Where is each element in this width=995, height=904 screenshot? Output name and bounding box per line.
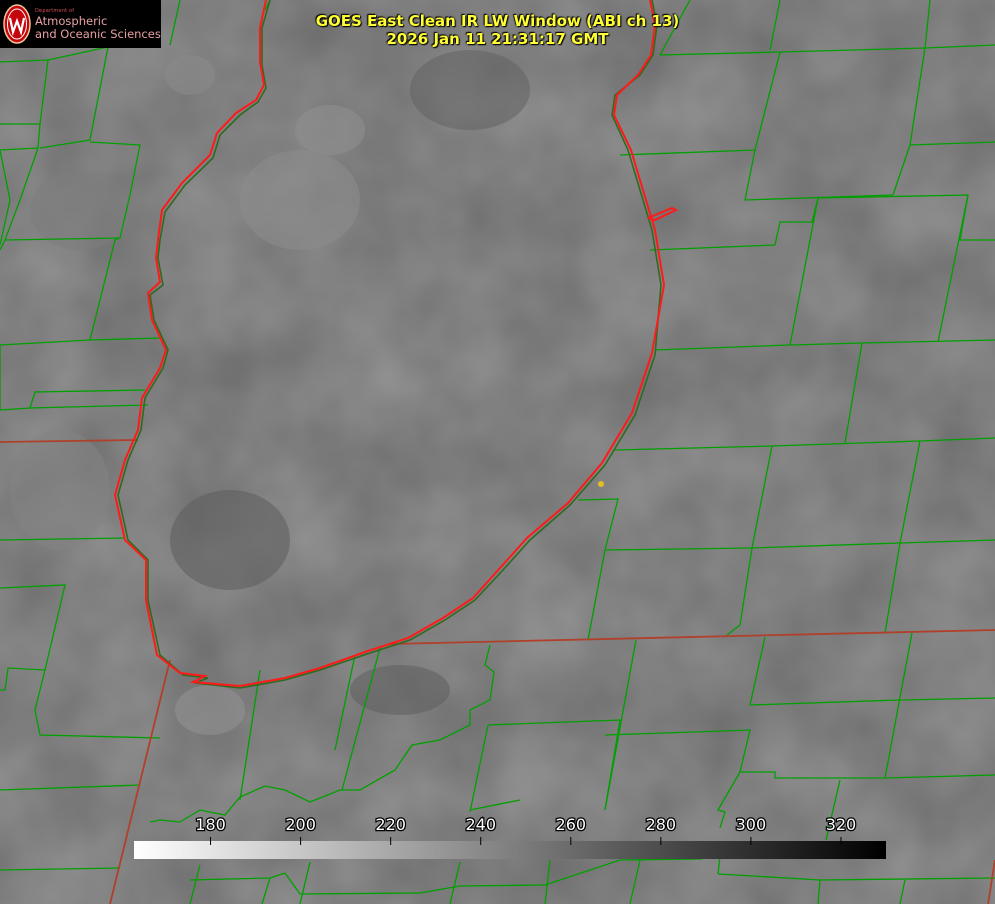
image-title: GOES East Clean IR LW Window (ABI ch 13) bbox=[315, 12, 680, 30]
colorbar-tick-label: 260 bbox=[556, 815, 587, 834]
colorbar-gradient bbox=[134, 841, 886, 859]
image-timestamp: 2026 Jan 11 21:31:17 GMT bbox=[386, 30, 609, 48]
colorbar-tick-label: 280 bbox=[646, 815, 677, 834]
map-svg: 180 200 220 240 260 280 300 320 bbox=[0, 0, 995, 904]
colorbar-tick-label: 300 bbox=[736, 815, 767, 834]
colorbar-tick-label: 240 bbox=[465, 815, 496, 834]
colorbar-tick-label: 180 bbox=[195, 815, 226, 834]
colorbar-tick-label: 220 bbox=[375, 815, 406, 834]
satellite-image: 180 200 220 240 260 280 300 320 Department of A… bbox=[0, 0, 995, 904]
colorbar-tick-label: 200 bbox=[285, 815, 316, 834]
colorbar-tick-label: 320 bbox=[826, 815, 857, 834]
ir-cloud-texture bbox=[0, 0, 995, 904]
station-marker bbox=[598, 481, 604, 487]
